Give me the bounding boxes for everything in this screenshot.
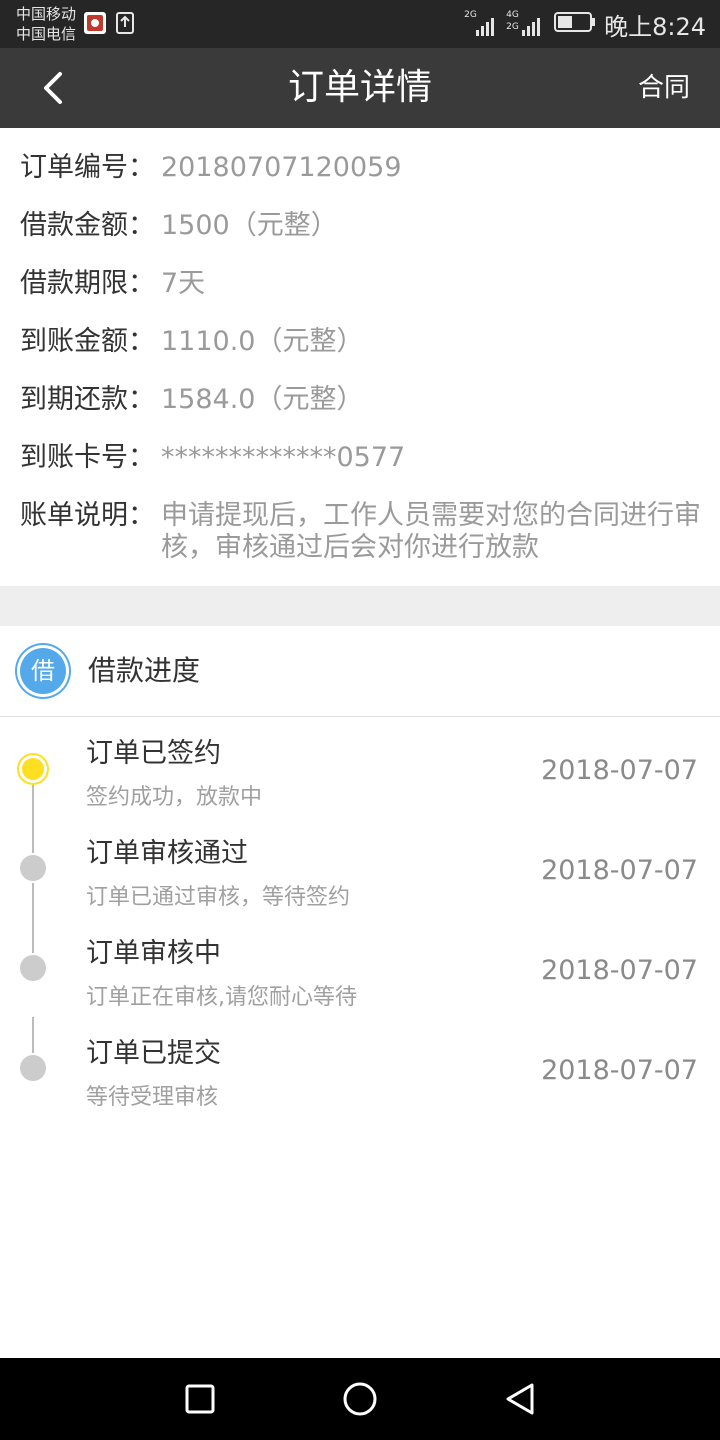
field-label: 借款期限： — [20, 268, 155, 299]
status-right: 2G 4G 2G 晚上8:24 — [464, 8, 706, 41]
step-title: 订单审核中 — [86, 938, 221, 969]
field-value: *************0577 — [161, 442, 406, 473]
clock: 晚上8:24 — [604, 12, 706, 41]
page-title: 订单详情 — [287, 67, 432, 108]
step-subtitle: 订单正在审核,请您耐心等待 — [86, 985, 357, 1010]
recent-apps-button[interactable] — [177, 1376, 223, 1422]
field-label: 到期还款： — [20, 384, 155, 415]
circle-icon — [343, 1382, 377, 1416]
step-subtitle: 等待受理审核 — [86, 1085, 219, 1110]
loan-term-row: 借款期限： 7天 — [20, 268, 205, 300]
step-title: 订单已签约 — [86, 738, 221, 769]
upload-notification-icon — [116, 12, 138, 34]
step-date: 2018-07-07 — [541, 955, 698, 986]
bill-description-row: 账单说明： 申请提现后，工作人员需要对您的合同进行审核，审核通过后会对你进行放款 — [20, 500, 701, 564]
progress-title: 借款进度 — [88, 654, 201, 687]
carrier-2: 中国电信 — [16, 25, 77, 43]
section-divider — [0, 586, 720, 626]
timeline-connector — [32, 783, 34, 853]
timeline-dot — [20, 855, 46, 881]
received-amount-row: 到账金额： 1110.0（元整） — [20, 326, 363, 358]
field-value: 1500（元整） — [161, 210, 338, 241]
card-number-row: 到账卡号： *************0577 — [20, 442, 405, 474]
triangle-back-icon — [506, 1383, 534, 1415]
order-number-row: 订单编号： 20180707120059 — [20, 152, 402, 184]
field-label: 账单说明： — [20, 500, 155, 531]
step-date: 2018-07-07 — [541, 755, 698, 786]
field-value: 申请提现后，工作人员需要对您的合同进行审核，审核通过后会对你进行放款 — [161, 500, 701, 563]
step-date: 2018-07-07 — [541, 855, 698, 886]
field-label: 到账卡号： — [20, 442, 155, 473]
step-date: 2018-07-07 — [541, 1055, 698, 1086]
square-icon — [185, 1384, 215, 1414]
step-title: 订单已提交 — [86, 1038, 221, 1069]
timeline-dot — [20, 1055, 46, 1081]
field-label: 借款金额： — [20, 210, 155, 241]
progress-header: 借 借款进度 — [0, 626, 720, 717]
status-bar: 中国移动 中国电信 2G 4G 2G 晚上8:24 — [0, 0, 720, 48]
field-label: 到账金额： — [20, 326, 155, 357]
step-subtitle: 订单已通过审核，等待签约 — [86, 885, 351, 910]
contract-button[interactable]: 合同 — [638, 48, 690, 128]
navigation-bar — [0, 1358, 720, 1440]
field-value: 1110.0（元整） — [161, 326, 364, 357]
step-subtitle: 签约成功，放款中 — [86, 785, 263, 810]
timeline-connector — [32, 1017, 34, 1053]
repayment-row: 到期还款： 1584.0（元整） — [20, 384, 363, 416]
field-value: 7天 — [161, 268, 206, 299]
system-back-button[interactable] — [497, 1376, 543, 1422]
loan-badge-icon: 借 — [20, 648, 66, 694]
signal-4g-icon: 4G 2G — [506, 10, 546, 38]
timeline-dot — [20, 955, 46, 981]
step-title: 订单审核通过 — [86, 838, 248, 869]
field-value: 20180707120059 — [161, 152, 402, 183]
field-value: 1584.0（元整） — [161, 384, 364, 415]
timeline-dot-active — [22, 758, 44, 780]
loan-amount-row: 借款金额： 1500（元整） — [20, 210, 338, 242]
carrier-1: 中国移动 — [16, 5, 77, 23]
home-button[interactable] — [337, 1376, 383, 1422]
battery-icon — [554, 11, 596, 37]
app-notification-icon — [84, 12, 106, 34]
timeline-connector — [32, 883, 34, 953]
title-bar: 订单详情 合同 — [0, 48, 720, 128]
signal-2g-icon: 2G — [464, 10, 498, 38]
carrier-names: 中国移动 中国电信 — [16, 4, 76, 44]
field-label: 订单编号： — [20, 152, 155, 183]
